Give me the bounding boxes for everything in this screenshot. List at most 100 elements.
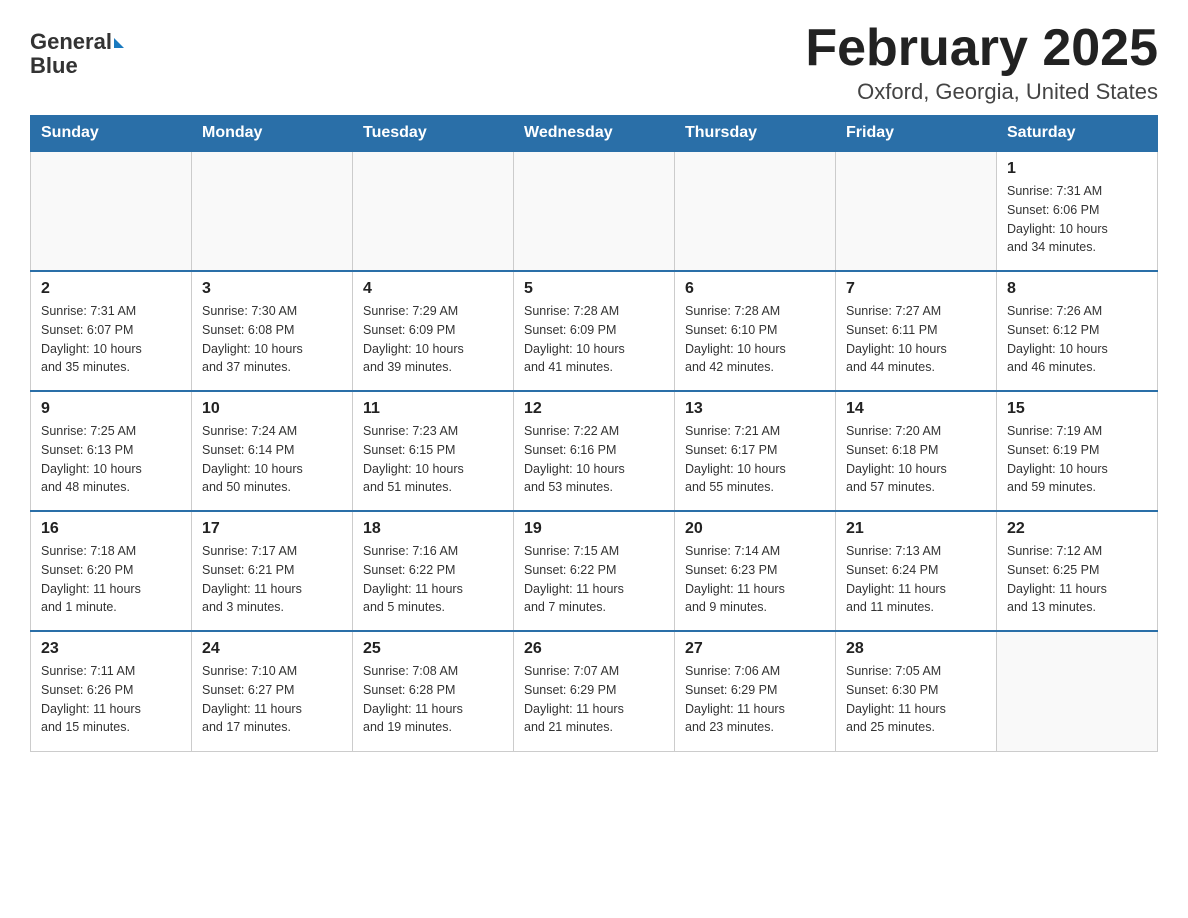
day-info: Sunrise: 7:29 AM Sunset: 6:09 PM Dayligh… — [363, 302, 503, 377]
header-friday: Friday — [836, 116, 997, 152]
day-info: Sunrise: 7:16 AM Sunset: 6:22 PM Dayligh… — [363, 542, 503, 617]
calendar-cell-w3-d1: 9Sunrise: 7:25 AM Sunset: 6:13 PM Daylig… — [31, 391, 192, 511]
header-monday: Monday — [192, 116, 353, 152]
day-info: Sunrise: 7:05 AM Sunset: 6:30 PM Dayligh… — [846, 662, 986, 737]
logo-triangle-icon — [114, 38, 124, 48]
calendar-cell-w2-d1: 2 Sunrise: 7:31 AM Sunset: 6:07 PM Daylig… — [31, 271, 192, 391]
day-info: Sunrise: 7:26 AM Sunset: 6:12 PM Dayligh… — [1007, 302, 1147, 377]
day-number: 24 — [202, 640, 342, 658]
calendar-cell-w5-d6: 28 Sunrise: 7:05 AM Sunset: 6:30 PM Dayli… — [836, 631, 997, 751]
day-info: Sunrise: 7:18 AM Sunset: 6:20 PM Dayligh… — [41, 542, 181, 617]
day-number: 25 — [363, 640, 503, 658]
page-subtitle: Oxford, Georgia, United States — [805, 79, 1158, 105]
day-info: Sunrise: 7:10 AM Sunset: 6:27 PM Dayligh… — [202, 662, 342, 737]
calendar-cell-w4-d3: 18 Sunrise: 7:16 AM Sunset: 6:22 PM Dayli… — [353, 511, 514, 631]
day-info: Sunrise: 7:17 AM Sunset: 6:21 PM Dayligh… — [202, 542, 342, 617]
day-number: 11 — [363, 400, 503, 418]
logo-text-blue: Blue — [30, 53, 78, 78]
calendar-cell-w1-d7: 1Sunrise: 7:31 AM Sunset: 6:06 PM Daylig… — [997, 151, 1158, 271]
calendar-cell-w3-d5: 13 Sunrise: 7:21 AM Sunset: 6:17 PM Dayli… — [675, 391, 836, 511]
calendar-cell-w4-d6: 21Sunrise: 7:13 AM Sunset: 6:24 PM Dayli… — [836, 511, 997, 631]
day-number: 23 — [41, 640, 181, 658]
calendar-cell-w3-d3: 11 Sunrise: 7:23 AM Sunset: 6:15 PM Dayli… — [353, 391, 514, 511]
calendar-cell-w4-d7: 22 Sunrise: 7:12 AM Sunset: 6:25 PM Dayli… — [997, 511, 1158, 631]
header-sunday: Sunday — [31, 116, 192, 152]
calendar-cell-w2-d7: 8 Sunrise: 7:26 AM Sunset: 6:12 PM Daylig… — [997, 271, 1158, 391]
calendar-cell-w4-d4: 19 Sunrise: 7:15 AM Sunset: 6:22 PM Dayli… — [514, 511, 675, 631]
day-number: 13 — [685, 400, 825, 418]
calendar-cell-w2-d4: 5 Sunrise: 7:28 AM Sunset: 6:09 PM Daylig… — [514, 271, 675, 391]
calendar-cell-w5-d4: 26 Sunrise: 7:07 AM Sunset: 6:29 PM Dayli… — [514, 631, 675, 751]
header-thursday: Thursday — [675, 116, 836, 152]
calendar-cell-w3-d2: 10 Sunrise: 7:24 AM Sunset: 6:14 PM Dayli… — [192, 391, 353, 511]
calendar-week-2: 2 Sunrise: 7:31 AM Sunset: 6:07 PM Daylig… — [31, 271, 1158, 391]
day-number: 15 — [1007, 400, 1147, 418]
day-number: 10 — [202, 400, 342, 418]
logo-line2: Blue — [30, 54, 124, 78]
calendar-table: Sunday Monday Tuesday Wednesday Thursday… — [30, 115, 1158, 752]
day-number: 6 — [685, 280, 825, 298]
day-number: 16 — [41, 520, 181, 538]
header-wednesday: Wednesday — [514, 116, 675, 152]
day-info: Sunrise: 7:11 AM Sunset: 6:26 PM Dayligh… — [41, 662, 181, 737]
day-number: 28 — [846, 640, 986, 658]
day-info: Sunrise: 7:15 AM Sunset: 6:22 PM Dayligh… — [524, 542, 664, 617]
page-title: February 2025 — [805, 20, 1158, 77]
calendar-cell-w5-d7 — [997, 631, 1158, 751]
day-info: Sunrise: 7:08 AM Sunset: 6:28 PM Dayligh… — [363, 662, 503, 737]
day-number: 22 — [1007, 520, 1147, 538]
day-info: Sunrise: 7:28 AM Sunset: 6:10 PM Dayligh… — [685, 302, 825, 377]
day-info: Sunrise: 7:27 AM Sunset: 6:11 PM Dayligh… — [846, 302, 986, 377]
day-info: Sunrise: 7:19 AM Sunset: 6:19 PM Dayligh… — [1007, 422, 1147, 497]
logo-line1: General — [30, 30, 124, 54]
day-number: 14 — [846, 400, 986, 418]
calendar-cell-w5-d3: 25 Sunrise: 7:08 AM Sunset: 6:28 PM Dayli… — [353, 631, 514, 751]
day-number: 5 — [524, 280, 664, 298]
header-saturday: Saturday — [997, 116, 1158, 152]
calendar-cell-w5-d2: 24 Sunrise: 7:10 AM Sunset: 6:27 PM Dayli… — [192, 631, 353, 751]
day-number: 12 — [524, 400, 664, 418]
title-block: February 2025 Oxford, Georgia, United St… — [805, 20, 1158, 105]
day-info: Sunrise: 7:07 AM Sunset: 6:29 PM Dayligh… — [524, 662, 664, 737]
day-number: 27 — [685, 640, 825, 658]
calendar-week-3: 9Sunrise: 7:25 AM Sunset: 6:13 PM Daylig… — [31, 391, 1158, 511]
calendar-cell-w5-d5: 27Sunrise: 7:06 AM Sunset: 6:29 PM Dayli… — [675, 631, 836, 751]
day-number: 3 — [202, 280, 342, 298]
day-number: 4 — [363, 280, 503, 298]
day-info: Sunrise: 7:14 AM Sunset: 6:23 PM Dayligh… — [685, 542, 825, 617]
calendar-cell-w3-d6: 14Sunrise: 7:20 AM Sunset: 6:18 PM Dayli… — [836, 391, 997, 511]
calendar-week-4: 16 Sunrise: 7:18 AM Sunset: 6:20 PM Dayli… — [31, 511, 1158, 631]
day-info: Sunrise: 7:28 AM Sunset: 6:09 PM Dayligh… — [524, 302, 664, 377]
calendar-cell-w4-d1: 16 Sunrise: 7:18 AM Sunset: 6:20 PM Dayli… — [31, 511, 192, 631]
day-number: 8 — [1007, 280, 1147, 298]
day-number: 19 — [524, 520, 664, 538]
day-info: Sunrise: 7:31 AM Sunset: 6:07 PM Dayligh… — [41, 302, 181, 377]
day-info: Sunrise: 7:13 AM Sunset: 6:24 PM Dayligh… — [846, 542, 986, 617]
day-info: Sunrise: 7:24 AM Sunset: 6:14 PM Dayligh… — [202, 422, 342, 497]
calendar-cell-w1-d1 — [31, 151, 192, 271]
day-info: Sunrise: 7:21 AM Sunset: 6:17 PM Dayligh… — [685, 422, 825, 497]
day-number: 1 — [1007, 160, 1147, 178]
calendar-cell-w4-d2: 17Sunrise: 7:17 AM Sunset: 6:21 PM Dayli… — [192, 511, 353, 631]
day-number: 18 — [363, 520, 503, 538]
calendar-cell-w3-d4: 12 Sunrise: 7:22 AM Sunset: 6:16 PM Dayli… — [514, 391, 675, 511]
calendar-cell-w3-d7: 15 Sunrise: 7:19 AM Sunset: 6:19 PM Dayli… — [997, 391, 1158, 511]
day-info: Sunrise: 7:22 AM Sunset: 6:16 PM Dayligh… — [524, 422, 664, 497]
calendar-header-row: Sunday Monday Tuesday Wednesday Thursday… — [31, 116, 1158, 152]
logo-text-general: General — [30, 30, 112, 54]
header-tuesday: Tuesday — [353, 116, 514, 152]
day-number: 20 — [685, 520, 825, 538]
calendar-cell-w2-d3: 4 Sunrise: 7:29 AM Sunset: 6:09 PM Daylig… — [353, 271, 514, 391]
day-number: 2 — [41, 280, 181, 298]
calendar-week-5: 23 Sunrise: 7:11 AM Sunset: 6:26 PM Dayli… — [31, 631, 1158, 751]
day-info: Sunrise: 7:23 AM Sunset: 6:15 PM Dayligh… — [363, 422, 503, 497]
calendar-cell-w2-d6: 7 Sunrise: 7:27 AM Sunset: 6:11 PM Daylig… — [836, 271, 997, 391]
day-number: 7 — [846, 280, 986, 298]
day-info: Sunrise: 7:12 AM Sunset: 6:25 PM Dayligh… — [1007, 542, 1147, 617]
day-info: Sunrise: 7:25 AM Sunset: 6:13 PM Dayligh… — [41, 422, 181, 497]
calendar-cell-w1-d3 — [353, 151, 514, 271]
calendar-cell-w5-d1: 23 Sunrise: 7:11 AM Sunset: 6:26 PM Dayli… — [31, 631, 192, 751]
page-header: General Blue February 2025 Oxford, Georg… — [30, 20, 1158, 105]
logo: General Blue — [30, 30, 124, 78]
day-number: 26 — [524, 640, 664, 658]
